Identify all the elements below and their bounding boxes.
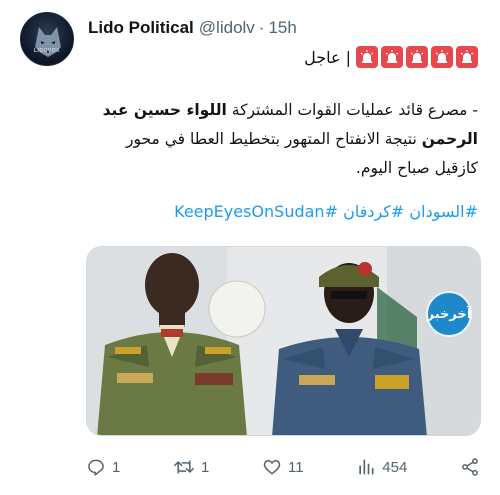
retweet-button[interactable]: 1 xyxy=(173,457,209,477)
avatar[interactable]: LIDOVOX xyxy=(20,12,74,66)
heart-icon xyxy=(263,460,281,475)
reply-button[interactable]: 1 xyxy=(86,457,120,477)
reply-icon xyxy=(88,459,104,476)
tweet-body: - مصرع قائد عمليات القوات المشتركة اللوا… xyxy=(86,96,478,183)
timestamp[interactable]: 15h xyxy=(268,18,296,38)
separator-dot: · xyxy=(258,18,265,37)
like-count: 11 xyxy=(288,458,304,476)
siren-emoji-icon xyxy=(431,46,453,68)
siren-emoji-icon xyxy=(406,46,428,68)
share-button[interactable] xyxy=(460,457,480,477)
user-handle[interactable]: @lidolv xyxy=(199,18,255,38)
hashtag-link[interactable]: #KeepEyesOnSudan xyxy=(174,202,338,221)
body-text-part1: - مصرع قائد عمليات القوات المشتركة xyxy=(226,101,478,119)
retweet-count: 1 xyxy=(201,458,210,476)
siren-emoji-icon xyxy=(356,46,378,68)
view-count: 454 xyxy=(382,458,408,476)
wolf-logo-icon xyxy=(35,27,61,57)
views-chart-icon xyxy=(359,459,374,475)
retweet-icon xyxy=(174,460,194,474)
siren-emoji-icon xyxy=(456,46,478,68)
urgent-line: عاجل | xyxy=(304,43,478,71)
tweet-media-image[interactable]: آخرخبر xyxy=(86,246,481,436)
share-icon xyxy=(462,458,478,476)
avatar-label: LIDOVOX xyxy=(33,48,60,54)
tweet-action-bar: 1 1 11 454 xyxy=(86,452,480,482)
display-name[interactable]: Lido Political xyxy=(88,18,194,38)
tweet-header: Lido Political @lidolv · 15h xyxy=(88,16,480,40)
urgent-label: عاجل | xyxy=(304,47,351,67)
photo-two-officers xyxy=(87,247,480,435)
media-watermark-logo: آخرخبر xyxy=(426,291,472,337)
hashtag-link[interactable]: #السودان xyxy=(409,202,478,221)
hashtag-link[interactable]: #كردفان xyxy=(343,202,404,221)
reply-count: 1 xyxy=(112,458,121,476)
views-button[interactable]: 454 xyxy=(356,457,407,477)
siren-emoji-icon xyxy=(381,46,403,68)
hashtag-line: #السودان #كردفان #KeepEyesOnSudan xyxy=(86,202,478,221)
like-button[interactable]: 11 xyxy=(262,457,304,477)
